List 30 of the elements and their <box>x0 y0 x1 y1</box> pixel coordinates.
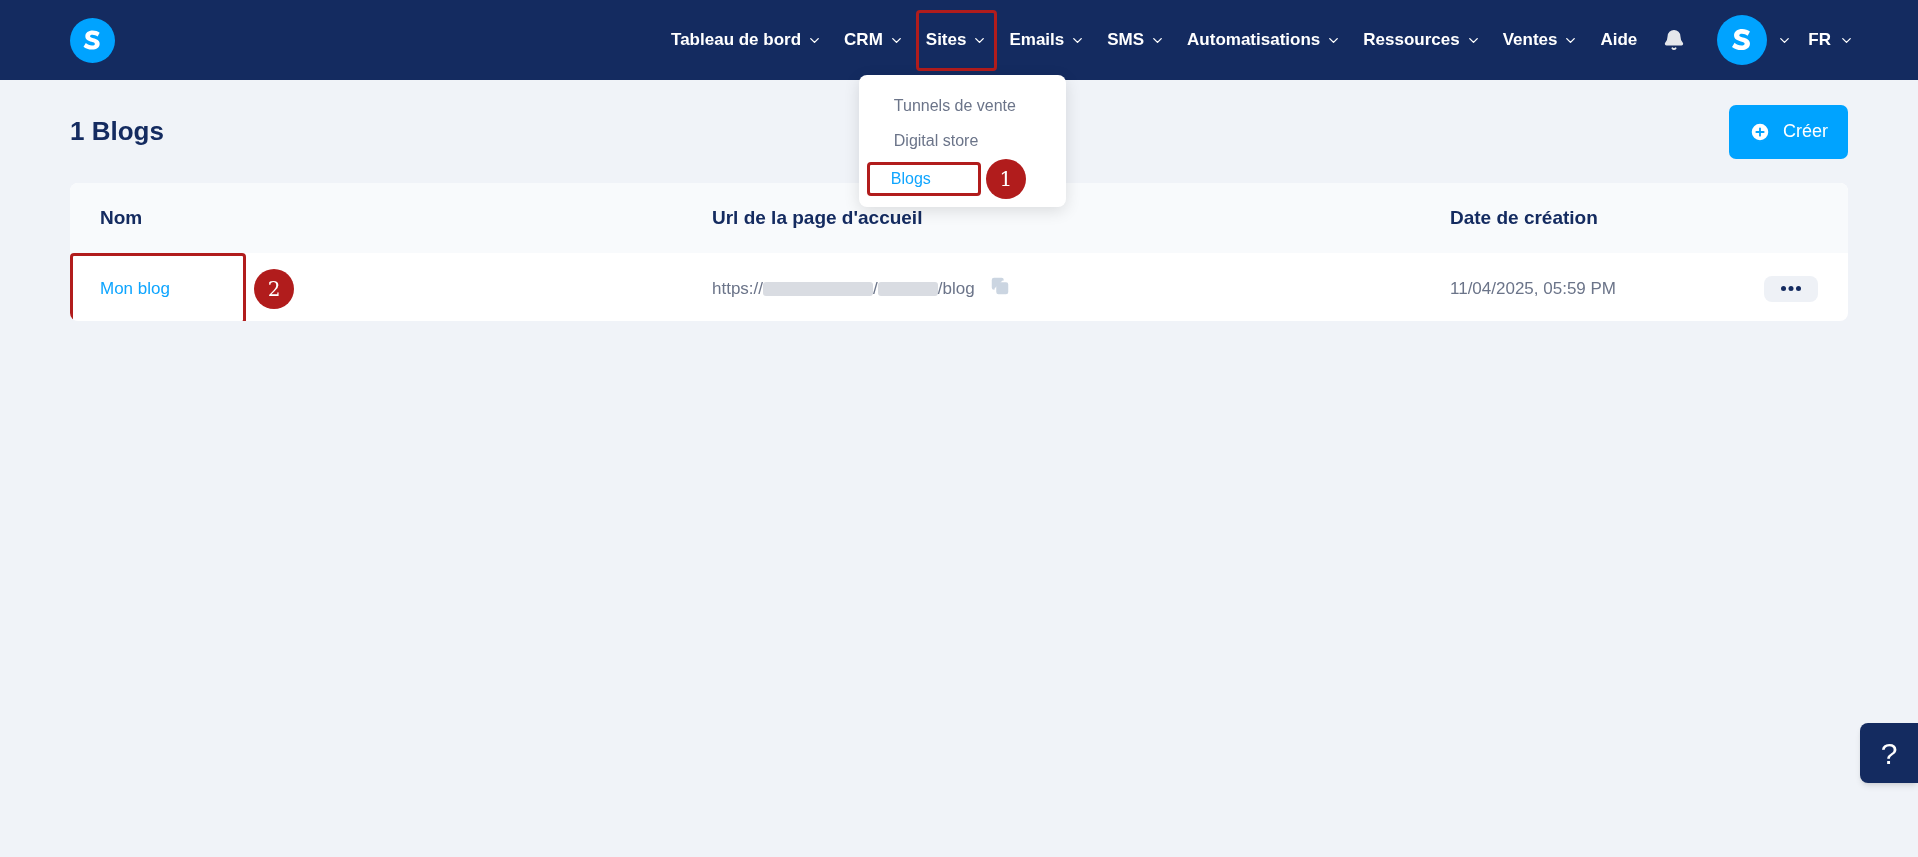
plus-circle-icon <box>1749 120 1771 143</box>
help-button[interactable]: ? <box>1860 723 1918 783</box>
logo-icon[interactable] <box>70 17 115 63</box>
column-header: Nom <box>100 205 144 230</box>
language-menu[interactable]: FR <box>1808 27 1854 53</box>
bell-icon[interactable] <box>1663 29 1686 51</box>
page-title: 1 Blogs <box>70 115 164 148</box>
step-badge: 2 <box>254 268 294 309</box>
url-text: /blog <box>937 277 975 300</box>
column-header: Date de création <box>1450 205 1599 230</box>
ellipsis-icon <box>1781 286 1801 291</box>
nav-menu[interactable]: CRM <box>834 9 914 71</box>
blurred-text <box>877 281 938 296</box>
nav-menu[interactable]: Ventes <box>1492 9 1589 71</box>
dropdown-item[interactable]: Tunnels de vente <box>866 89 1043 123</box>
more-button[interactable] <box>1764 275 1818 302</box>
nav-menu[interactable]: Aide <box>1590 9 1648 71</box>
created-date: 11/04/2025, 05:59 PM <box>1450 277 1617 300</box>
dropdown-item[interactable]: Digital store <box>866 124 1006 158</box>
nav-menu[interactable]: SMS <box>1097 9 1176 71</box>
nav-menu[interactable]: Tableau de bord <box>661 9 833 71</box>
nav-menu[interactable]: Emails <box>999 9 1096 71</box>
step-badge: 1 <box>985 159 1026 199</box>
column-header: Url de la page d'accueil <box>712 205 924 230</box>
nav-menu[interactable]: Ressources <box>1353 9 1491 71</box>
nav-menu[interactable]: Sites <box>915 9 998 71</box>
logo-icon[interactable] <box>1717 15 1768 65</box>
url-text: https:// <box>712 277 764 300</box>
nav-menu[interactable]: Automatisations <box>1177 9 1352 71</box>
url-text: / <box>873 277 878 300</box>
